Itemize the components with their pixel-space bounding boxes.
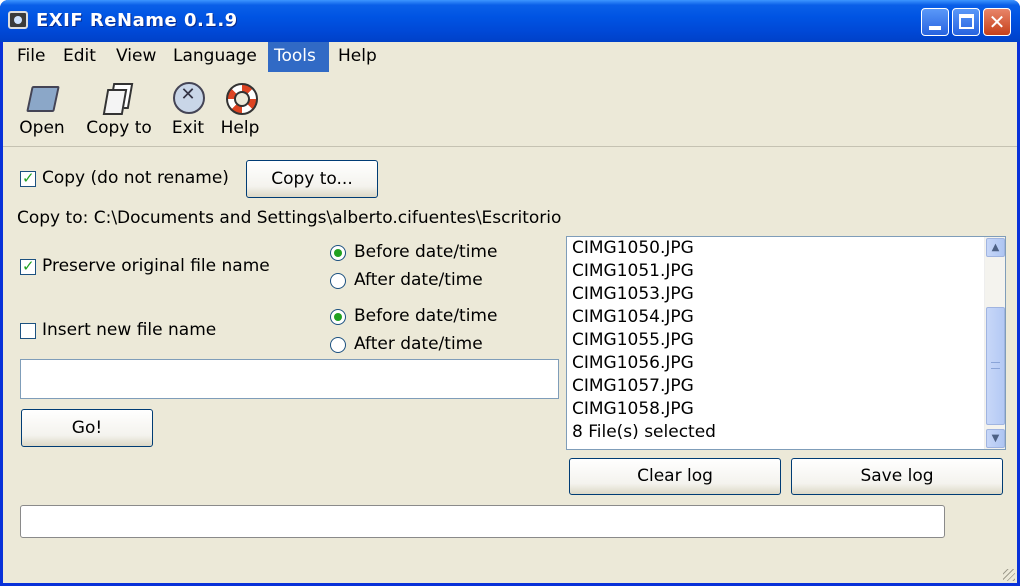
copy-to-label: Copy to — [86, 118, 152, 138]
menu-edit[interactable]: Edit — [57, 42, 102, 72]
list-item[interactable]: CIMG1051.JPG — [572, 260, 694, 283]
minimize-icon — [929, 26, 941, 30]
menu-tools[interactable]: Tools — [268, 42, 329, 72]
open-label: Open — [19, 118, 65, 138]
scroll-thumb[interactable] — [986, 307, 1005, 425]
menu-view[interactable]: View — [110, 42, 162, 72]
preserve-name-checkbox[interactable] — [20, 257, 36, 275]
open-tool-button[interactable]: Open — [15, 80, 69, 138]
list-item[interactable]: CIMG1058.JPG — [572, 398, 694, 421]
insert-name-checkbox[interactable] — [20, 323, 36, 339]
progress-bar — [20, 505, 945, 538]
log-list[interactable]: CIMG1050.JPG CIMG1051.JPG CIMG1053.JPG C… — [566, 236, 1006, 450]
exit-label: Exit — [171, 118, 205, 138]
insert-before-radio[interactable] — [330, 309, 346, 325]
preserve-before-radio[interactable] — [330, 245, 346, 261]
window-title: EXIF ReName 0.1.9 — [36, 10, 238, 31]
scroll-up-arrow-icon[interactable]: ▲ — [986, 238, 1005, 257]
preserve-after-label[interactable]: After date/time — [354, 270, 483, 290]
exit-icon — [171, 80, 205, 114]
menu-help[interactable]: Help — [332, 42, 383, 72]
minimize-button[interactable] — [921, 8, 949, 36]
insert-after-label[interactable]: After date/time — [354, 334, 483, 354]
insert-after-radio[interactable] — [330, 337, 346, 353]
resize-grip-icon[interactable] — [1003, 569, 1015, 581]
toolbar: Open Copy to Exit Help — [3, 72, 1017, 147]
list-item[interactable]: 8 File(s) selected — [572, 421, 716, 444]
copy-checkbox[interactable] — [20, 169, 36, 187]
list-item[interactable]: CIMG1053.JPG — [572, 283, 694, 306]
scroll-down-arrow-icon[interactable]: ▼ — [986, 429, 1005, 448]
menu-language[interactable]: Language — [167, 42, 263, 72]
camera-icon — [8, 11, 28, 29]
close-button[interactable]: ✕ — [983, 8, 1011, 36]
clear-log-button[interactable]: Clear log — [569, 458, 781, 495]
copy-pages-icon — [102, 80, 136, 114]
menu-bar: File Edit View Language Tools Help — [3, 42, 1017, 72]
preserve-before-label[interactable]: Before date/time — [354, 242, 497, 262]
maximize-button[interactable] — [952, 8, 980, 36]
new-name-input[interactable] — [20, 359, 559, 399]
folder-open-icon — [25, 80, 59, 114]
insert-before-label[interactable]: Before date/time — [354, 306, 497, 326]
copy-to-tool-button[interactable]: Copy to — [79, 80, 159, 138]
log-scrollbar[interactable]: ▲ ▼ — [984, 237, 1005, 449]
copy-to-path: Copy to: C:\Documents and Settings\alber… — [17, 208, 562, 228]
list-item[interactable]: CIMG1056.JPG — [572, 352, 694, 375]
list-item[interactable]: CIMG1055.JPG — [572, 329, 694, 352]
menu-file[interactable]: File — [11, 42, 51, 72]
save-log-button[interactable]: Save log — [791, 458, 1003, 495]
copy-checkbox-label[interactable]: Copy (do not rename) — [42, 168, 229, 188]
copy-to-button[interactable]: Copy to... — [246, 160, 378, 198]
title-bar[interactable]: EXIF ReName 0.1.9 ✕ — [0, 0, 1020, 42]
exit-tool-button[interactable]: Exit — [167, 80, 209, 138]
preserve-after-radio[interactable] — [330, 273, 346, 289]
go-button[interactable]: Go! — [21, 409, 153, 447]
maximize-icon — [959, 14, 974, 29]
preserve-name-label[interactable]: Preserve original file name — [42, 256, 270, 276]
app-window: EXIF ReName 0.1.9 ✕ File Edit View Langu… — [0, 0, 1020, 586]
help-tool-button[interactable]: Help — [217, 80, 263, 138]
lifebuoy-help-icon — [223, 80, 258, 115]
help-label: Help — [220, 118, 260, 138]
insert-name-label[interactable]: Insert new file name — [42, 320, 216, 340]
list-item[interactable]: CIMG1057.JPG — [572, 375, 694, 398]
list-item[interactable]: CIMG1054.JPG — [572, 306, 694, 329]
grip-icon — [991, 362, 1000, 369]
close-icon: ✕ — [988, 10, 1006, 34]
list-item[interactable]: CIMG1050.JPG — [572, 237, 694, 260]
